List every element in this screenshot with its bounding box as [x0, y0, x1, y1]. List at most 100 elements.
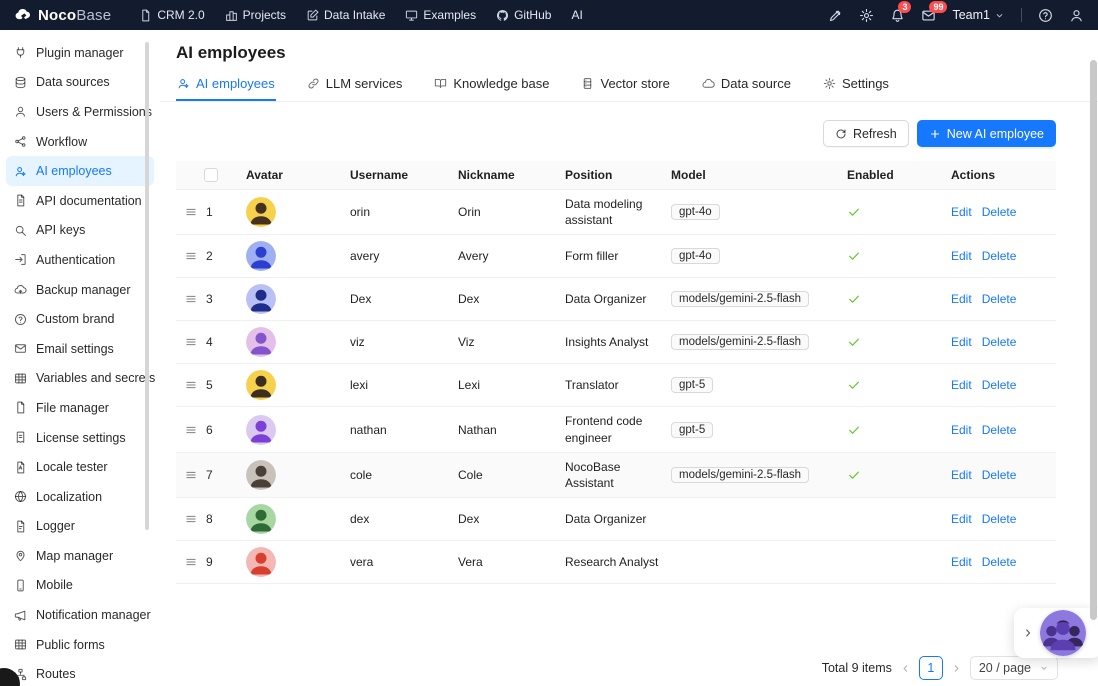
model-tag: models/gemini-2.5-flash: [671, 291, 809, 307]
sidebar-item-localization[interactable]: Localization: [6, 482, 154, 512]
sidebar-item-email-settings[interactable]: Email settings: [6, 334, 154, 364]
help-icon[interactable]: [1038, 8, 1053, 23]
refresh-button[interactable]: Refresh: [823, 120, 909, 147]
drag-handle-icon[interactable]: [184, 555, 198, 569]
ui-editor-pen-icon[interactable]: [828, 8, 843, 23]
edit-link[interactable]: Edit: [951, 468, 972, 482]
tab-bar: AI employees LLM services Knowledge base Ve…: [160, 67, 1098, 102]
sidebar-item-mobile[interactable]: Mobile: [6, 571, 154, 601]
ai-chat-launcher[interactable]: [1014, 608, 1098, 658]
drag-handle-icon[interactable]: [184, 512, 198, 526]
table-row: 5lexiLexiTranslatorgpt-5EditDelete: [176, 364, 1056, 407]
enabled-cell: [839, 329, 943, 355]
username-cell: nathan: [342, 417, 450, 443]
username-cell: Dex: [342, 286, 450, 312]
row-handle-cell: 4: [176, 329, 238, 355]
edit-link[interactable]: Edit: [951, 335, 972, 349]
sidebar-item-plugin-manager[interactable]: Plugin manager: [6, 38, 154, 68]
avatar: [246, 460, 276, 490]
drag-handle-icon[interactable]: [184, 468, 198, 482]
nocobase-logo[interactable]: NocoBase: [14, 7, 111, 24]
sidebar-item-logger[interactable]: Logger: [6, 512, 154, 542]
sidebar-item-map-manager[interactable]: Map manager: [6, 541, 154, 571]
chevron-right-icon[interactable]: [951, 663, 962, 674]
model-cell: models/gemini-2.5-flash: [663, 461, 839, 489]
tab-data-source[interactable]: Data source: [701, 67, 792, 101]
delete-link[interactable]: Delete: [982, 512, 1017, 526]
main-scrollbar[interactable]: [1090, 60, 1097, 620]
chevron-left-icon[interactable]: [900, 663, 911, 674]
delete-link[interactable]: Delete: [982, 249, 1017, 263]
sidebar-item-locale-tester[interactable]: Locale tester: [6, 452, 154, 482]
edit-link[interactable]: Edit: [951, 378, 972, 392]
sidebar-item-ai-employees[interactable]: AI employees: [6, 156, 154, 186]
gear-icon: [823, 77, 836, 90]
nav-divider: [1021, 8, 1022, 22]
pin-icon: [14, 549, 27, 562]
mega-icon: [14, 609, 27, 622]
position-text: Translator: [565, 377, 619, 393]
refresh-button-label: Refresh: [853, 127, 897, 141]
nav-item-projects[interactable]: Projects: [215, 0, 296, 30]
sidebar-item-workflow[interactable]: Workflow: [6, 127, 154, 157]
tab-knowledge-base[interactable]: Knowledge base: [433, 67, 550, 101]
sidebar-item-variables-and-secrets[interactable]: Variables and secrets: [6, 364, 154, 394]
sidebar-item-license-settings[interactable]: License settings: [6, 423, 154, 453]
edit-link[interactable]: Edit: [951, 205, 972, 219]
sidebar-item-authentication[interactable]: Authentication: [6, 245, 154, 275]
drag-handle-icon[interactable]: [184, 249, 198, 263]
sidebar-item-notification-manager[interactable]: Notification manager: [6, 600, 154, 630]
drag-handle-icon[interactable]: [184, 335, 198, 349]
delete-link[interactable]: Delete: [982, 335, 1017, 349]
page-size-select[interactable]: 20 / page: [970, 656, 1058, 680]
delete-link[interactable]: Delete: [982, 205, 1017, 219]
tab-vector-store[interactable]: Vector store: [580, 67, 670, 101]
nav-item-github[interactable]: GitHub: [486, 0, 561, 30]
delete-link[interactable]: Delete: [982, 555, 1017, 569]
pagination-page-1[interactable]: 1: [919, 656, 943, 680]
ai-employees-group-avatar[interactable]: [1040, 610, 1086, 656]
sidebar-item-backup-manager[interactable]: Backup manager: [6, 275, 154, 305]
org-icon: [225, 9, 238, 22]
drag-handle-icon[interactable]: [184, 378, 198, 392]
sidebar-scrollbar[interactable]: [145, 42, 149, 530]
messages-mail-icon[interactable]: 99: [921, 8, 936, 23]
tab-ai-employees[interactable]: AI employees: [176, 67, 276, 101]
nav-item-data-intake[interactable]: Data Intake: [296, 0, 395, 30]
nav-item-examples[interactable]: Examples: [395, 0, 486, 30]
delete-link[interactable]: Delete: [982, 378, 1017, 392]
delete-link[interactable]: Delete: [982, 423, 1017, 437]
sidebar-item-api-documentation[interactable]: API documentation: [6, 186, 154, 216]
position-cell: Insights Analyst: [557, 328, 663, 356]
nav-item-ai[interactable]: AI: [561, 0, 592, 30]
edit-link[interactable]: Edit: [951, 423, 972, 437]
tab-settings[interactable]: Settings: [822, 67, 890, 101]
sidebar-item-data-sources[interactable]: Data sources: [6, 68, 154, 98]
edit-link[interactable]: Edit: [951, 249, 972, 263]
delete-link[interactable]: Delete: [982, 468, 1017, 482]
drag-handle-icon[interactable]: [184, 205, 198, 219]
edit-link[interactable]: Edit: [951, 292, 972, 306]
drag-handle-icon[interactable]: [184, 292, 198, 306]
chevron-right-icon[interactable]: [1022, 627, 1034, 639]
tab-llm-services[interactable]: LLM services: [306, 67, 404, 101]
monitor-icon: [405, 9, 418, 22]
sidebar-item-custom-brand[interactable]: Custom brand: [6, 304, 154, 334]
nav-item-crm-2-0[interactable]: CRM 2.0: [129, 0, 214, 30]
sidebar-item-routes[interactable]: Routes: [6, 659, 154, 686]
user-profile-icon[interactable]: [1069, 8, 1084, 23]
drag-handle-icon[interactable]: [184, 423, 198, 437]
sidebar-item-users-permissions[interactable]: Users & Permissions: [6, 97, 154, 127]
team-switcher[interactable]: Team1: [952, 8, 1005, 22]
delete-link[interactable]: Delete: [982, 292, 1017, 306]
edit-link[interactable]: Edit: [951, 555, 972, 569]
sidebar-item-file-manager[interactable]: File manager: [6, 393, 154, 423]
select-all-checkbox[interactable]: [204, 168, 218, 182]
edit-link[interactable]: Edit: [951, 512, 972, 526]
sidebar-item-public-forms[interactable]: Public forms: [6, 630, 154, 660]
new-ai-employee-button[interactable]: New AI employee: [917, 120, 1056, 147]
sidebar-item-api-keys[interactable]: API keys: [6, 216, 154, 246]
settings-gear-icon[interactable]: [859, 8, 874, 23]
notifications-bell-icon[interactable]: 3: [890, 8, 905, 23]
db-icon: [14, 76, 27, 89]
